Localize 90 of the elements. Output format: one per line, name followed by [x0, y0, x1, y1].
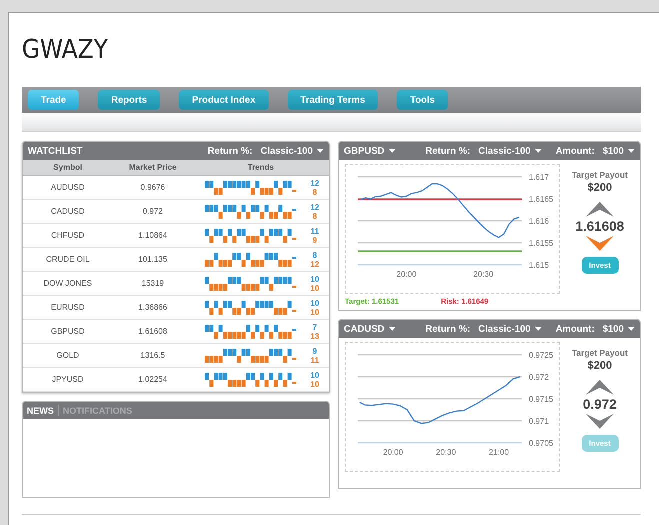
up-count: 10	[310, 274, 320, 284]
nav-tab[interactable]: Tools	[397, 90, 448, 110]
price-cell-text: 1.02254	[138, 375, 168, 384]
return-label: Return %:	[426, 146, 471, 156]
axis-label: 0.9705	[529, 439, 554, 448]
return-dropdown[interactable]: Classic-100	[478, 324, 542, 334]
symbol-cell-text: CHFUSD	[50, 231, 86, 240]
price-cell-text: 15319	[140, 279, 166, 288]
down-arrow-icon[interactable]	[586, 236, 614, 251]
caret-icon	[628, 327, 635, 331]
return-dropdown[interactable]: Classic-100	[478, 146, 542, 156]
caret-icon	[388, 149, 396, 153]
axis-label: 20:00	[396, 270, 417, 279]
amount-dropdown[interactable]: $100	[602, 146, 635, 156]
panel-title: WATCHLIST	[28, 146, 83, 156]
symbol-cell-text: CRUDE OIL	[45, 255, 91, 264]
axis-label: 1.616	[529, 217, 550, 226]
axis-label: 20:30	[436, 448, 456, 457]
price-cell-text: 1.36866	[138, 303, 168, 312]
symbol-cell-text: AUDUSD	[50, 183, 86, 192]
down-count: 11	[310, 356, 320, 364]
current-price: 1.61608	[576, 219, 624, 234]
up-arrow-icon[interactable]	[586, 380, 614, 395]
up-count: 7	[312, 322, 318, 332]
payout-value: $200	[588, 360, 612, 372]
column-header: Symbol	[52, 163, 84, 172]
up-count: 9	[312, 346, 318, 356]
axis-label: 20:00	[383, 448, 404, 457]
up-count: 10	[310, 370, 320, 380]
symbol-cell-text: GBPUSD	[50, 327, 86, 336]
amount-label: Amount:	[556, 324, 595, 334]
up-count: 11	[310, 226, 320, 236]
axis-label: 0.9715	[529, 395, 554, 404]
down-arrow-icon[interactable]	[586, 414, 614, 429]
caret-icon	[317, 149, 324, 153]
axis-label: 1.617	[529, 173, 550, 182]
symbol-cell-text: DOW JONES	[42, 279, 94, 288]
up-count: 12	[310, 202, 320, 212]
axis-label: 20:30	[474, 270, 494, 279]
payout-label: Target Payout	[572, 348, 628, 358]
axis-label: 0.971	[529, 417, 550, 426]
down-count: 12	[310, 260, 320, 268]
amount-dropdown[interactable]: $100	[602, 324, 635, 334]
caret-icon	[628, 149, 635, 153]
symbol-dropdown[interactable]: GBPUSD	[344, 146, 396, 156]
axis-label: 1.615	[529, 261, 550, 270]
symbol-cell-text: EURUSD	[50, 303, 86, 312]
caret-icon	[534, 149, 542, 153]
down-count: 13	[310, 332, 320, 340]
up-arrow-icon[interactable]	[586, 202, 614, 217]
return-label: Return %:	[208, 146, 253, 156]
price-cell-text: 1316.5	[140, 351, 166, 360]
down-count: 10	[310, 308, 320, 316]
down-count: 8	[312, 188, 318, 196]
nav-tab[interactable]: Reports	[98, 90, 160, 110]
return-label: Return %:	[426, 324, 471, 334]
return-dropdown[interactable]: Classic-100	[260, 146, 324, 156]
up-count: 10	[310, 298, 320, 308]
axis-label: 0.972	[529, 373, 550, 382]
down-count: 10	[310, 380, 320, 388]
down-count: 8	[312, 212, 318, 220]
page-title: GWAZY	[22, 34, 110, 67]
price-cell-text: 0.972	[142, 207, 164, 216]
up-count: 8	[312, 250, 318, 260]
caret-icon	[534, 327, 542, 331]
payout-value: $200	[588, 182, 612, 194]
up-count: 12	[310, 178, 320, 188]
current-price: 0.972	[583, 397, 617, 412]
price-cell-text: 0.9676	[140, 183, 166, 192]
price-cell-text: 101.135	[138, 255, 168, 264]
symbol-dropdown[interactable]: CADUSD	[344, 324, 396, 334]
column-header: Market Price	[128, 163, 178, 172]
axis-label: 0.9725	[529, 351, 554, 360]
column-header: Trends	[246, 163, 276, 172]
symbol-cell-text: JPYUSD	[51, 375, 85, 384]
nav-tab[interactable]: Trading Terms	[288, 90, 378, 110]
symbol-cell-text: CADUSD	[50, 207, 86, 216]
symbol-cell-text: GOLD	[56, 351, 80, 360]
price-cell-text: 1.61608	[138, 327, 168, 336]
caret-icon	[388, 327, 396, 331]
axis-label: 1.6155	[529, 239, 554, 248]
amount-label: Amount:	[556, 146, 595, 156]
nav-tab[interactable]: Product Index	[179, 90, 269, 110]
down-count: 9	[312, 236, 318, 244]
axis-label: 1.6165	[529, 195, 554, 204]
down-count: 10	[310, 284, 320, 292]
price-cell-text: 1.10864	[138, 231, 168, 240]
panel-tab[interactable]: NEWS	[27, 406, 58, 416]
payout-label: Target Payout	[572, 170, 628, 180]
axis-label: 21:00	[489, 448, 510, 457]
